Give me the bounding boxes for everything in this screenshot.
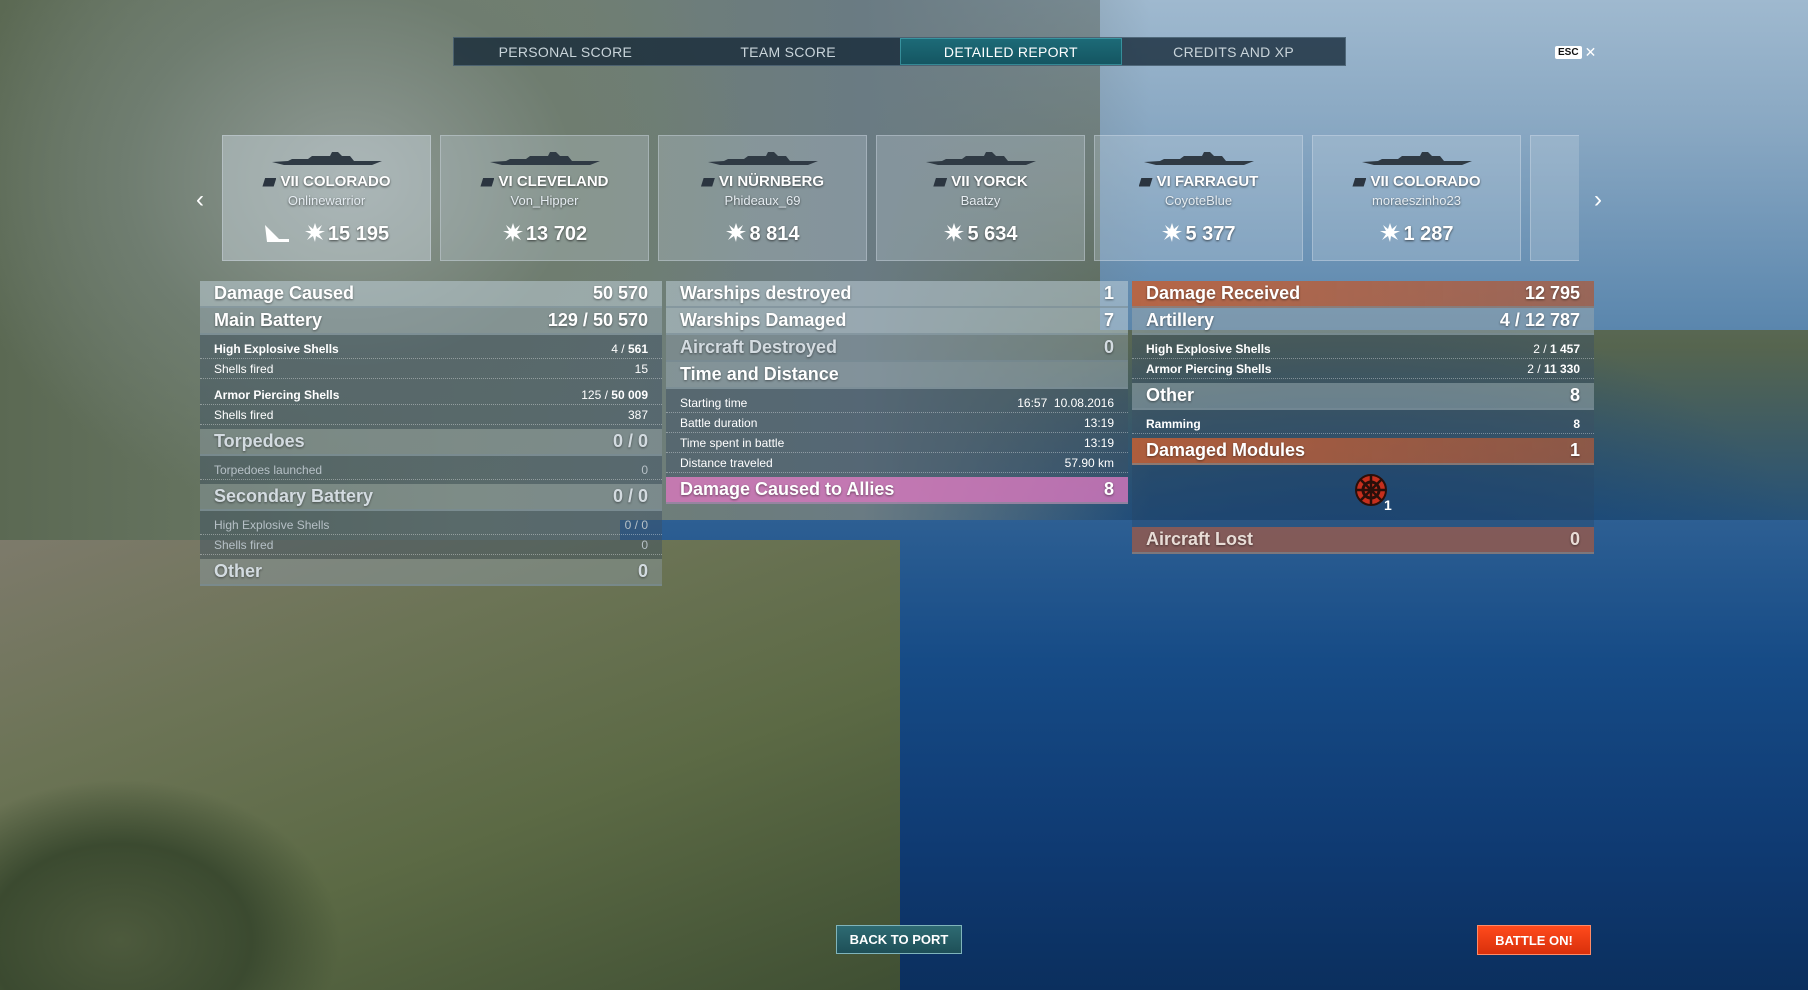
- tab-detailed-report[interactable]: DETAILED REPORT: [899, 38, 1123, 65]
- warships-destroyed-row: Warships destroyed 1: [666, 281, 1128, 308]
- he-shells-row: High Explosive Shells 4 / 561: [200, 339, 662, 359]
- report-tabs: PERSONAL SCORE TEAM SCORE DETAILED REPOR…: [453, 37, 1346, 66]
- player-name: moraeszinho23: [1372, 193, 1461, 208]
- secondary-battery-row: Secondary Battery 0 / 0: [200, 484, 662, 511]
- battle-duration-row: Battle duration 13:19: [666, 413, 1128, 433]
- ship-name: VII COLORADO: [1370, 173, 1481, 190]
- ship-card-partial[interactable]: [1530, 135, 1579, 261]
- aircraft-destroyed-row: Aircraft Destroyed 0: [666, 335, 1128, 362]
- tab-team-score[interactable]: TEAM SCORE: [677, 38, 900, 65]
- ship-carousel: VII COLORADO Onlinewarrior 15 195 VI CLE…: [222, 135, 1579, 261]
- carousel-prev-icon[interactable]: ‹: [190, 185, 210, 215]
- ship-name: VII YORCK: [951, 173, 1028, 190]
- cruiser-class-icon: [933, 177, 948, 187]
- ship-silhouette-icon: [489, 152, 600, 165]
- close-button[interactable]: ESC ✕: [1555, 44, 1596, 61]
- ship-name: VI NÜRNBERG: [718, 173, 824, 190]
- ship-score: 8 814: [749, 223, 800, 245]
- battleship-class-icon: [1352, 177, 1367, 187]
- damage-icon: [1162, 223, 1183, 242]
- ship-card[interactable]: VI FARRAGUT CoyoteBlue 5 377: [1094, 135, 1303, 261]
- combat-summary-panel: Warships destroyed 1 Warships Damaged 7 Ai…: [666, 281, 1128, 504]
- player-name: Von_Hipper: [510, 193, 579, 208]
- cruiser-class-icon: [480, 177, 495, 187]
- steering-gear-icon[interactable]: [1354, 473, 1388, 507]
- tab-personal-score[interactable]: PERSONAL SCORE: [454, 38, 677, 65]
- aircraft-lost-row: Aircraft Lost 0: [1132, 527, 1594, 554]
- ship-score: 13 702: [525, 223, 588, 245]
- damaged-modules-row: Damaged Modules 1: [1132, 438, 1594, 465]
- battle-on-button[interactable]: BATTLE ON!: [1477, 925, 1591, 955]
- ship-silhouette-icon: [1361, 152, 1472, 165]
- ship-card[interactable]: VII YORCK Baatzy 5 634: [876, 135, 1085, 261]
- torpedoes-launched-row: Torpedoes launched 0: [200, 460, 662, 480]
- damage-icon: [502, 223, 523, 242]
- secondary-shells-fired-row: Shells fired 0: [200, 535, 662, 555]
- ship-score: 5 634: [967, 223, 1018, 245]
- carousel-next-icon[interactable]: ›: [1588, 185, 1608, 215]
- cruiser-class-icon: [700, 177, 715, 187]
- ship-score: 5 377: [1185, 223, 1236, 245]
- module-damage-count: 1: [1384, 497, 1392, 513]
- player-name: Phideaux_69: [724, 193, 801, 208]
- damage-received-row: Damage Received 12 795: [1132, 281, 1594, 308]
- player-name: Onlinewarrior: [287, 193, 366, 208]
- ship-card[interactable]: VII COLORADO Onlinewarrior 15 195: [222, 135, 431, 261]
- ship-name: VII COLORADO: [280, 173, 391, 190]
- player-name: Baatzy: [960, 193, 1001, 208]
- destroyer-class-icon: [1138, 177, 1153, 187]
- ship-silhouette-icon: [925, 152, 1036, 165]
- ap-shells-fired-row: Shells fired 387: [200, 405, 662, 425]
- damage-caused-panel: Damage Caused 50 570 Main Battery 129 / 50…: [200, 281, 662, 586]
- ship-name: VI FARRAGUT: [1156, 173, 1259, 190]
- he-shells-fired-row: Shells fired 15: [200, 359, 662, 379]
- ship-card[interactable]: VI CLEVELAND Von_Hipper 13 702: [440, 135, 649, 261]
- ship-card[interactable]: VII COLORADO moraeszinho23 1 287: [1312, 135, 1521, 261]
- background-trees: [0, 780, 360, 990]
- ship-silhouette-icon: [707, 152, 818, 165]
- received-he-shells-row: High Explosive Shells 2 / 1 457: [1132, 339, 1594, 359]
- damage-to-allies-row: Damage Caused to Allies 8: [666, 477, 1128, 504]
- ramming-row: Ramming 8: [1132, 414, 1594, 434]
- time-spent-row: Time spent in battle 13:19: [666, 433, 1128, 453]
- distance-traveled-row: Distance traveled 57.90 km: [666, 453, 1128, 473]
- damage-icon: [944, 223, 965, 242]
- warships-damaged-row: Warships Damaged 7: [666, 308, 1128, 335]
- ship-score: 1 287: [1403, 223, 1454, 245]
- artillery-row: Artillery 4 / 12 787: [1132, 308, 1594, 335]
- ship-silhouette-icon: [271, 152, 382, 165]
- received-ap-shells-row: Armor Piercing Shells 2 / 11 330: [1132, 359, 1594, 379]
- received-other-row: Other 8: [1132, 383, 1594, 410]
- damage-received-panel: Damage Received 12 795 Artillery 4 / 12 78…: [1132, 281, 1594, 554]
- battleship-class-icon: [262, 177, 277, 187]
- ap-shells-row: Armor Piercing Shells 125 / 50 009: [200, 385, 662, 405]
- damaged-modules-list: 1: [1132, 465, 1594, 527]
- ship-silhouette-icon: [1143, 152, 1254, 165]
- time-distance-header: Time and Distance: [666, 362, 1128, 389]
- ship-score: 15 195: [327, 223, 390, 245]
- ship-card[interactable]: VI NÜRNBERG Phideaux_69 8 814: [658, 135, 867, 261]
- damage-icon: [1380, 223, 1401, 242]
- damage-caused-row: Damage Caused 50 570: [200, 281, 662, 308]
- close-icon: ✕: [1584, 44, 1597, 60]
- main-battery-row: Main Battery 129 / 50 570: [200, 308, 662, 335]
- back-to-port-button[interactable]: BACK TO PORT: [836, 925, 962, 954]
- esc-key-badge: ESC: [1555, 46, 1582, 59]
- other-damage-row: Other 0: [200, 559, 662, 586]
- torpedoes-row: Torpedoes 0 / 0: [200, 429, 662, 456]
- tab-credits-and-xp[interactable]: CREDITS AND XP: [1122, 38, 1345, 65]
- damage-icon: [726, 223, 747, 242]
- ship-name: VI CLEVELAND: [498, 173, 609, 190]
- damage-icon: [304, 223, 325, 242]
- player-name: CoyoteBlue: [1164, 193, 1233, 208]
- secondary-he-shells-row: High Explosive Shells 0 / 0: [200, 515, 662, 535]
- starting-time-row: Starting time 16:57 10.08.2016: [666, 393, 1128, 413]
